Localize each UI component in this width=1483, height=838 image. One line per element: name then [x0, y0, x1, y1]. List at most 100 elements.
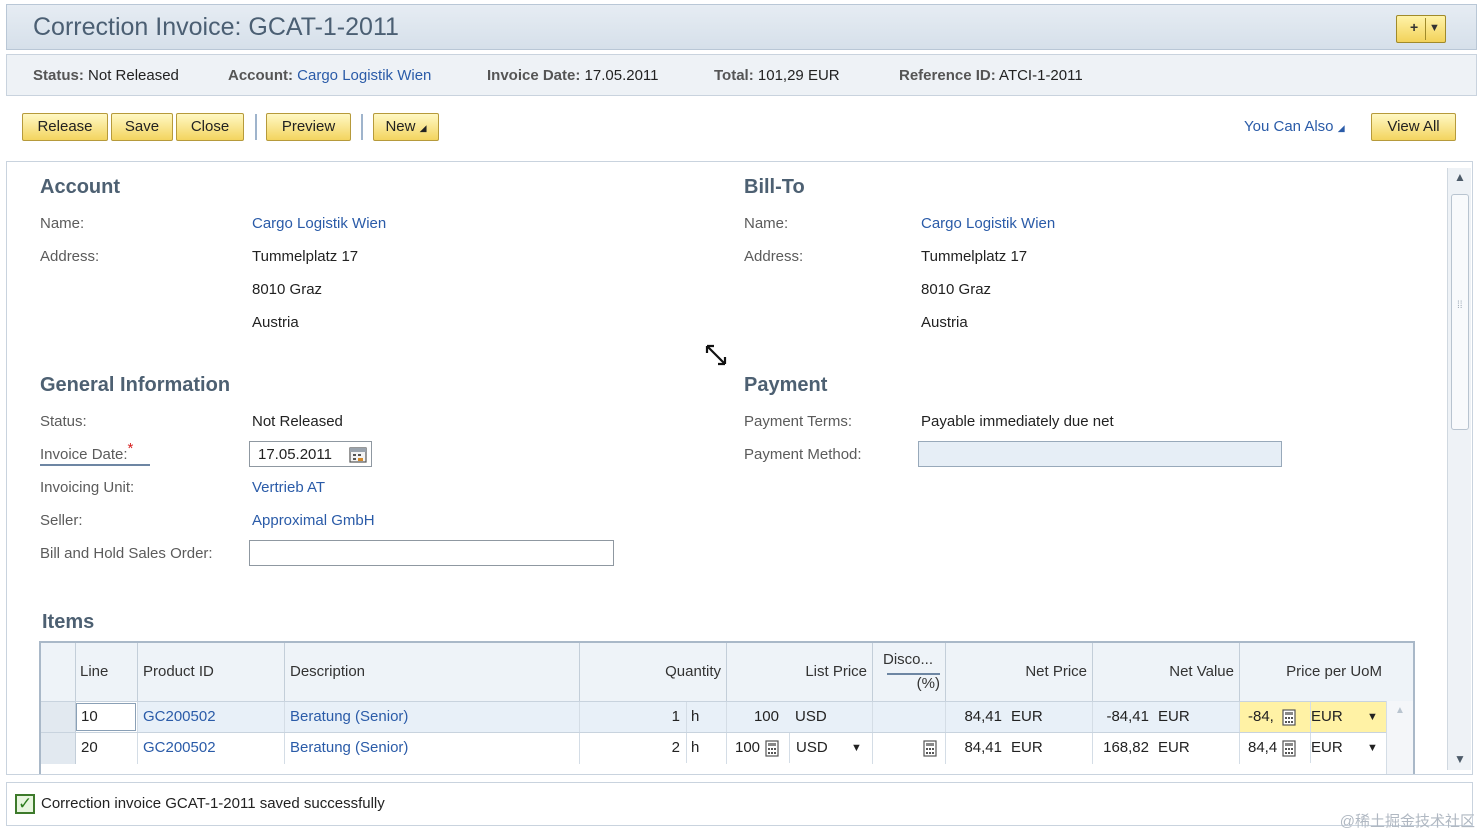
calculator-icon[interactable]: [923, 740, 937, 757]
net-price-cell: 84,41 EUR: [946, 702, 1093, 733]
release-button[interactable]: Release: [22, 113, 108, 141]
toolbar-separator: [255, 114, 257, 140]
calculator-icon[interactable]: [765, 740, 779, 757]
table-row[interactable]: 20 GC200502 Beratung (Senior) 2 h 100 US…: [41, 732, 1413, 764]
account-address-line1: Tummelplatz 17: [252, 248, 359, 265]
general-status-value: Not Released: [252, 413, 343, 430]
bill-hold-label: Bill and Hold Sales Order:: [40, 545, 213, 562]
dropdown-arrow-icon[interactable]: ▼: [1367, 702, 1378, 732]
line-cell: 20: [76, 733, 138, 764]
general-status-label: Status:: [40, 413, 87, 430]
success-message: Correction invoice GCAT-1-2011 saved suc…: [41, 795, 385, 812]
column-header-list-price[interactable]: List Price: [727, 643, 873, 701]
items-table: Line Product ID Description Quantity Lis…: [39, 641, 1415, 774]
scrollbar-thumb[interactable]: ⁞⁞: [1451, 194, 1469, 430]
billto-section-title: Bill-To: [744, 176, 805, 198]
calculator-icon[interactable]: [1282, 740, 1296, 757]
table-row[interactable]: 10 GC200502 Beratung (Senior) 1 h 100 US…: [41, 701, 1413, 733]
net-value-cell: 168,82 EUR: [1093, 733, 1240, 764]
account-name-link[interactable]: Cargo Logistik Wien: [252, 215, 386, 232]
calculator-icon[interactable]: [1282, 709, 1296, 726]
view-all-button[interactable]: View All: [1371, 113, 1456, 141]
payment-method-input[interactable]: [918, 441, 1282, 467]
note-add-icon: +: [1410, 19, 1419, 35]
invoice-date-input[interactable]: 17.05.2011: [249, 441, 372, 467]
dropdown-arrow-icon: ◢: [419, 123, 427, 133]
grip-icon: ⁞⁞: [1457, 300, 1463, 311]
invoicing-unit-label: Invoicing Unit:: [40, 479, 135, 496]
header-total: Total: 101,29 EUR: [714, 67, 840, 84]
description-link[interactable]: Beratung (Senior): [285, 733, 580, 764]
quantity-cell: 2 h: [580, 733, 727, 764]
header-account: Account: Cargo Logistik Wien: [228, 67, 432, 84]
row-selector[interactable]: [41, 702, 76, 733]
billto-name-link[interactable]: Cargo Logistik Wien: [921, 215, 1055, 232]
required-marker: *: [127, 440, 134, 457]
row-selector-header[interactable]: [41, 643, 76, 701]
column-header-price-per-uom[interactable]: Price per UoM: [1240, 643, 1413, 701]
product-id-link[interactable]: GC200502: [138, 733, 285, 764]
message-bar: ✓ Correction invoice GCAT-1-2011 saved s…: [6, 782, 1473, 826]
payment-terms-label: Payment Terms:: [744, 413, 853, 430]
header-invoice-date: Invoice Date: 17.05.2011: [487, 67, 659, 84]
net-value-cell: -84,41 EUR: [1093, 702, 1240, 733]
general-section-title: General Information: [40, 374, 231, 396]
items-section-title: Items: [42, 611, 95, 633]
scroll-up-icon[interactable]: ▲: [1454, 170, 1466, 184]
billto-address-line1: Tummelplatz 17: [921, 248, 1028, 265]
quantity-cell: 1 h: [580, 702, 727, 733]
column-header-line[interactable]: Line: [76, 643, 138, 701]
title-bar: Correction Invoice: GCAT-1-2011 + ▼: [6, 4, 1477, 50]
scroll-down-icon[interactable]: ▼: [1454, 752, 1466, 766]
description-link[interactable]: Beratung (Senior): [285, 702, 580, 733]
column-header-discount[interactable]: Disco... (%): [873, 643, 946, 701]
panel-scrollbar[interactable]: ▲ ⁞⁞ ▼: [1447, 168, 1471, 770]
table-scrollbar[interactable]: ▲: [1386, 701, 1413, 774]
row-selector[interactable]: [41, 733, 76, 764]
invoice-date-label: Invoice Date:*: [40, 440, 150, 466]
payment-terms-value: Payable immediately due net: [921, 413, 1114, 430]
account-address-label: Address:: [40, 248, 100, 265]
line-input[interactable]: 10: [76, 702, 138, 733]
header-status: Status: Not Released: [33, 67, 179, 84]
header-reference-id: Reference ID: ATCI-1-2011: [899, 67, 1083, 84]
watermark: @稀土掘金技术社区: [1339, 813, 1475, 830]
billto-name-label: Name:: [744, 215, 789, 232]
account-address-line3: Austria: [252, 314, 299, 331]
payment-method-label: Payment Method:: [744, 446, 862, 463]
list-price-input[interactable]: 100 USD ▼: [727, 733, 873, 764]
payment-section-title: Payment: [744, 374, 828, 396]
column-header-product-id[interactable]: Product ID: [138, 643, 285, 701]
preview-button[interactable]: Preview: [266, 113, 351, 141]
column-header-description[interactable]: Description: [285, 643, 580, 701]
header-status-bar: Status: Not Released Account: Cargo Logi…: [6, 54, 1477, 96]
save-button[interactable]: Save: [111, 113, 173, 141]
column-header-net-price[interactable]: Net Price: [946, 643, 1093, 701]
new-button[interactable]: New ◢: [373, 113, 439, 141]
net-price-cell: 84,41 EUR: [946, 733, 1093, 764]
add-note-button[interactable]: + ▼: [1396, 15, 1446, 43]
dropdown-arrow-icon: ◢: [1337, 123, 1345, 133]
bill-hold-input[interactable]: [249, 540, 614, 566]
product-id-link[interactable]: GC200502: [138, 702, 285, 733]
dropdown-arrow-icon: ▼: [1429, 22, 1440, 34]
billto-address-line3: Austria: [921, 314, 968, 331]
resize-cursor-icon: [705, 344, 727, 366]
dropdown-arrow-icon[interactable]: ▼: [1367, 733, 1378, 763]
discount-input[interactable]: [873, 733, 946, 764]
success-check-icon: ✓: [15, 794, 35, 814]
calendar-icon[interactable]: [349, 446, 367, 463]
column-header-quantity[interactable]: Quantity: [580, 643, 727, 701]
scroll-up-icon[interactable]: ▲: [1395, 705, 1405, 716]
dropdown-arrow-icon[interactable]: ▼: [851, 733, 862, 763]
seller-link[interactable]: Approximal GmbH: [252, 512, 375, 529]
toolbar-separator: [361, 114, 363, 140]
you-can-also-menu[interactable]: You Can Also ◢: [1244, 118, 1345, 135]
seller-label: Seller:: [40, 512, 83, 529]
column-header-net-value[interactable]: Net Value: [1093, 643, 1240, 701]
account-address-line2: 8010 Graz: [252, 281, 323, 298]
close-button[interactable]: Close: [176, 113, 244, 141]
header-account-link[interactable]: Cargo Logistik Wien: [297, 67, 431, 84]
account-name-label: Name:: [40, 215, 85, 232]
invoicing-unit-link[interactable]: Vertrieb AT: [252, 479, 325, 496]
